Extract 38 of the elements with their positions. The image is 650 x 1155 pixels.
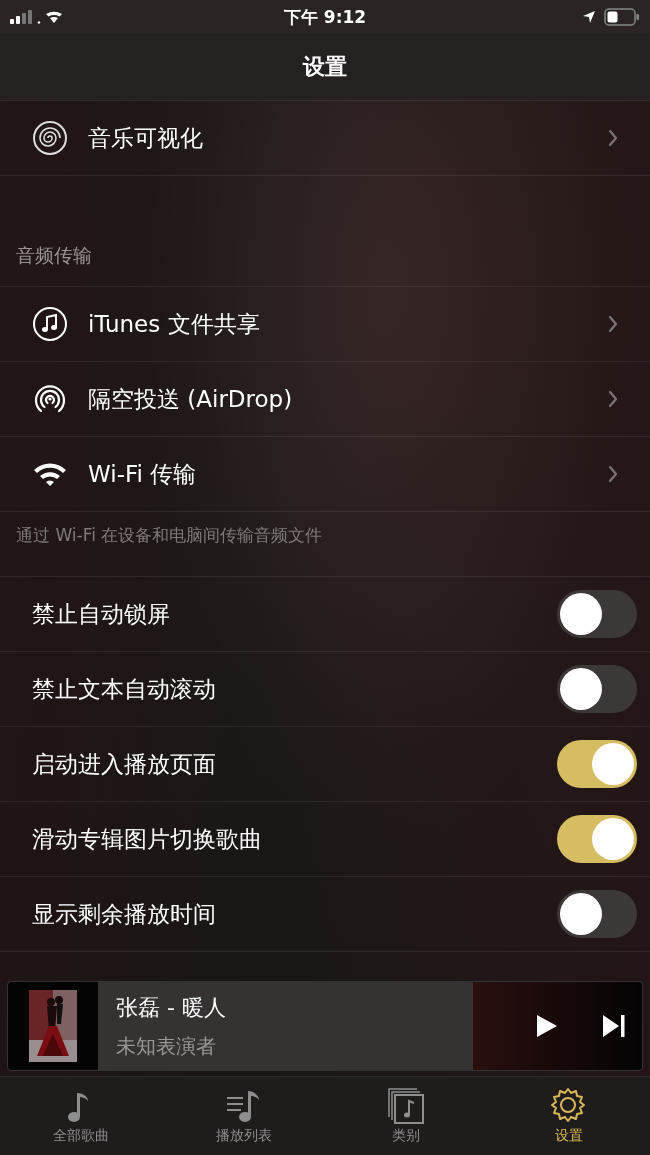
setting-label: 显示剩余播放时间: [32, 899, 217, 929]
settings-row[interactable]: 隔空投送 (AirDrop): [0, 362, 650, 437]
play-icon[interactable]: [536, 1014, 558, 1038]
toggle-switch[interactable]: [557, 815, 637, 863]
music-note-icon: [32, 306, 68, 342]
signal-icon: [10, 10, 62, 24]
chevron-icon: [608, 465, 618, 483]
screen-title: 设置: [303, 53, 347, 81]
setting-label: 滑动专辑图片切换歌曲: [32, 824, 263, 854]
tab[interactable]: 设置: [487, 1077, 650, 1155]
location-icon: [582, 10, 596, 24]
setting-label: 禁止文本自动滚动: [32, 674, 217, 704]
now-playing-bar[interactable]: 张磊 - 暖人 未知表演者: [7, 981, 643, 1071]
status-time: 下午 9:12: [283, 5, 367, 29]
tab[interactable]: 类别: [325, 1077, 488, 1155]
toggle-switch[interactable]: [557, 740, 637, 788]
skip-forward-icon[interactable]: [602, 1014, 626, 1038]
settings-icon: [549, 1087, 588, 1125]
tab[interactable]: 全部歌曲: [0, 1077, 163, 1155]
settings-row[interactable]: Wi-Fi 传输: [0, 437, 650, 512]
settings-row[interactable]: iTunes 文件共享: [0, 287, 650, 362]
spiral-icon: [32, 120, 68, 156]
tab[interactable]: 播放列表: [162, 1077, 325, 1155]
section-header: 音频传输: [15, 243, 93, 268]
song-title: 张磊 - 暖人: [116, 993, 227, 1022]
stacked-squares-icon: [387, 1087, 426, 1125]
setting-label: 启动进入播放页面: [32, 749, 217, 779]
chevron-icon: [608, 390, 618, 408]
setting-label: 禁止自动锁屏: [32, 599, 171, 629]
toggle-switch[interactable]: [557, 665, 637, 713]
battery-icon: [604, 8, 640, 26]
toggle-switch[interactable]: [557, 890, 637, 938]
chevron-icon: [608, 129, 618, 147]
chevron-icon: [608, 315, 618, 333]
artist-name: 未知表演者: [116, 1032, 217, 1060]
settings-row[interactable]: 音乐可视化: [0, 101, 650, 176]
toggle-switch[interactable]: [557, 590, 637, 638]
section-footer: 通过 Wi-Fi 在设备和电脑间传输音频文件: [0, 512, 650, 576]
